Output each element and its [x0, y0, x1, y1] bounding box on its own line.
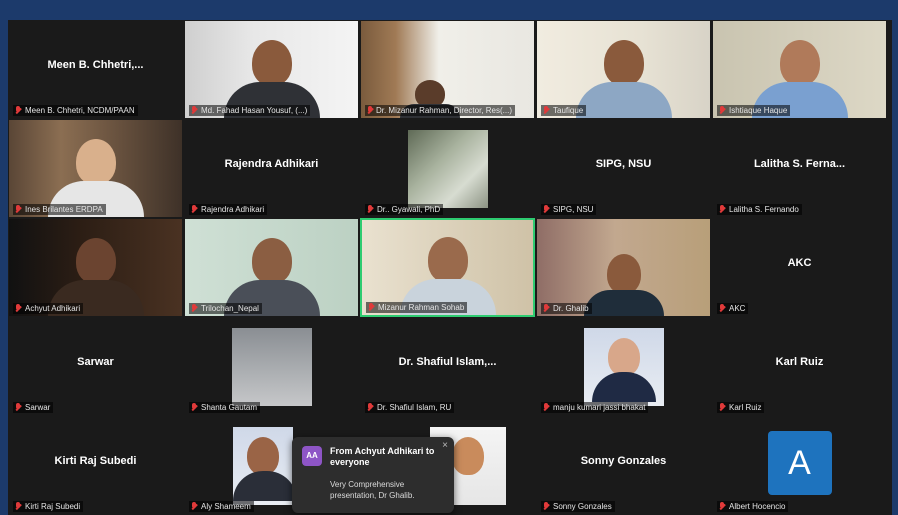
muted-mic-icon — [719, 304, 726, 313]
participant-label: Achyut Adhikari — [13, 303, 84, 314]
participant-name: Sonny Gonzales — [580, 455, 667, 467]
participant-name: Lalitha S. Ferna... — [753, 158, 846, 170]
participant-name: Dr. Shafiul Islam,... — [398, 356, 497, 368]
profile-photo — [583, 328, 664, 406]
participant-label: Taufique — [541, 105, 587, 116]
participant-label: Kirti Raj Subedi — [13, 501, 84, 512]
muted-mic-icon — [15, 403, 22, 412]
muted-mic-icon — [367, 403, 374, 412]
participant-tile[interactable]: Sarwar Sarwar — [8, 317, 183, 416]
muted-mic-icon — [191, 403, 198, 412]
muted-mic-icon — [543, 502, 550, 511]
participant-label: Ines Brilantes ERDPA — [13, 204, 106, 215]
participant-label: Mizanur Rahman Sohab — [366, 302, 468, 313]
participant-name: Kirti Raj Subedi — [54, 455, 137, 467]
participant-tile[interactable]: Meen B. Chhetri,... Meen B. Chhetri, NCD… — [8, 20, 183, 119]
chat-message: Very Comprehensive presentation, Dr Ghal… — [330, 480, 415, 500]
participant-name: Rajendra Adhikari — [224, 158, 319, 170]
participant-tile[interactable]: Shanta Gautam — [184, 317, 359, 416]
participant-tile[interactable]: Lalitha S. Ferna... Lalitha S. Fernando — [712, 119, 887, 218]
muted-mic-icon — [15, 106, 22, 115]
profile-photo — [231, 328, 312, 406]
muted-mic-icon — [367, 106, 373, 115]
participant-label: Meen B. Chhetri, NCDM/PAAN — [13, 105, 138, 116]
active-speaker-tile[interactable]: Mizanur Rahman Sohab — [360, 218, 535, 317]
participant-tile[interactable]: Karl Ruiz Karl Ruiz — [712, 317, 887, 416]
muted-mic-icon — [719, 106, 726, 115]
participant-label: Dr. Mizanur Rahman, Director, Res(...) — [365, 105, 515, 116]
participant-label: Ishtiaque Haque — [717, 105, 791, 116]
profile-photo — [232, 427, 297, 505]
chat-notification[interactable]: AA From Achyut Adhikari to everyone Very… — [292, 437, 454, 513]
participant-name: Meen B. Chhetri,... — [47, 59, 144, 71]
muted-mic-icon — [191, 106, 198, 115]
participant-label: Dr. Shafiul Islam, RU — [365, 402, 455, 413]
participant-tile[interactable]: Ishtiaque Haque — [712, 20, 887, 119]
muted-mic-icon — [368, 303, 375, 312]
muted-mic-icon — [543, 403, 550, 412]
participant-label: AKC — [717, 303, 749, 314]
participant-tile[interactable]: Md. Fahad Hasan Yousuf, (...) — [184, 20, 359, 119]
muted-mic-icon — [15, 502, 22, 511]
participant-tile[interactable]: Dr. Shafiul Islam,... Dr. Shafiul Islam,… — [360, 317, 535, 416]
participant-label: Albert Hocencio — [717, 501, 789, 512]
participant-tile[interactable]: AKC AKC — [712, 218, 887, 317]
muted-mic-icon — [15, 205, 22, 214]
participant-label: Shanta Gautam — [189, 402, 261, 413]
participant-label: Karl Ruiz — [717, 402, 765, 413]
participant-name: SIPG, NSU — [595, 158, 652, 170]
muted-mic-icon — [719, 205, 726, 214]
participant-tile[interactable]: Taufique — [536, 20, 711, 119]
muted-mic-icon — [191, 205, 198, 214]
participant-label: manju kumari jassi bhakat — [541, 402, 649, 413]
participant-tile[interactable]: manju kumari jassi bhakat — [536, 317, 711, 416]
muted-mic-icon — [191, 502, 198, 511]
participant-label: Lalitha S. Fernando — [717, 204, 802, 215]
muted-mic-icon — [543, 205, 550, 214]
muted-mic-icon — [191, 304, 198, 313]
participant-tile[interactable]: A Albert Hocencio — [712, 416, 887, 515]
participant-video — [583, 254, 664, 316]
chat-sender: From Achyut Adhikari to everyone — [330, 446, 435, 467]
participant-tile[interactable]: Kirti Raj Subedi Kirti Raj Subedi — [8, 416, 183, 515]
participant-label: Md. Fahad Hasan Yousuf, (...) — [189, 105, 311, 116]
participant-tile[interactable]: Dr. Mizanur Rahman, Director, Res(...) — [360, 20, 535, 119]
muted-mic-icon — [543, 304, 550, 313]
participant-tile[interactable]: Rajendra Adhikari Rajendra Adhikari — [184, 119, 359, 218]
close-icon[interactable]: × — [442, 440, 448, 451]
participant-tile[interactable]: Sonny Gonzales Sonny Gonzales — [536, 416, 711, 515]
muted-mic-icon — [367, 205, 374, 214]
muted-mic-icon — [719, 403, 726, 412]
participant-label: SIPG, NSU — [541, 204, 597, 215]
participant-label: Sonny Gonzales — [541, 501, 615, 512]
participant-label: Rajendra Adhikari — [189, 204, 268, 215]
participant-label: Trilochan_Nepal — [189, 303, 262, 314]
participant-name: AKC — [787, 257, 812, 269]
avatar: A — [767, 431, 832, 495]
participant-label: Aly Shameem — [189, 501, 254, 512]
participant-tile[interactable]: Dr.. Gyawali, PhD — [360, 119, 535, 218]
participant-name: Sarwar — [77, 356, 114, 368]
muted-mic-icon — [15, 304, 22, 313]
participant-tile[interactable]: SIPG, NSU SIPG, NSU — [536, 119, 711, 218]
participant-label: Sarwar — [13, 402, 54, 413]
muted-mic-icon — [719, 502, 726, 511]
participant-tile[interactable]: Ines Brilantes ERDPA — [8, 119, 183, 218]
participant-label: Dr. Ghalib — [541, 303, 592, 314]
participant-tile[interactable]: Dr. Ghalib — [536, 218, 711, 317]
muted-mic-icon — [543, 106, 550, 115]
participant-tile[interactable]: Trilochan_Nepal — [184, 218, 359, 317]
participant-tile[interactable]: Achyut Adhikari — [8, 218, 183, 317]
profile-photo — [407, 130, 488, 208]
participant-video — [575, 40, 672, 118]
sender-avatar: AA — [302, 446, 322, 466]
participant-label: Dr.. Gyawali, PhD — [365, 204, 444, 215]
participant-name: Karl Ruiz — [775, 356, 824, 368]
